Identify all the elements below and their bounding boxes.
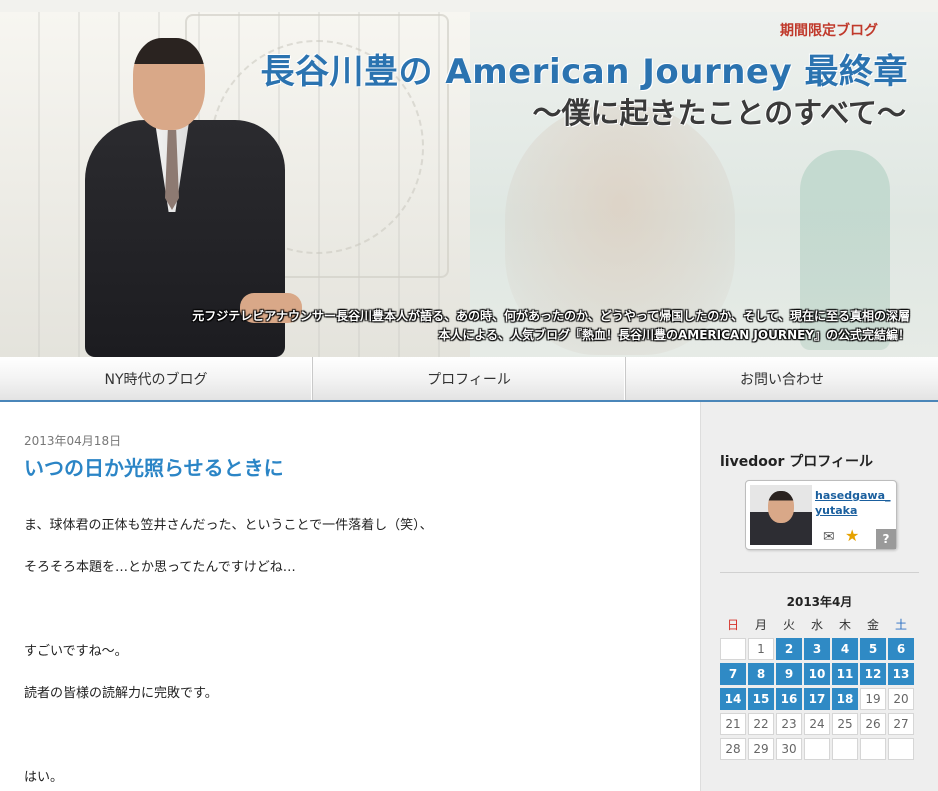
calendar-day-link[interactable]: 6 <box>888 638 914 660</box>
blog-description-line-2: 本人による、人気ブログ『熱血！長谷川豊のAMERICAN JOURNEY』の公式… <box>438 328 910 342</box>
calendar-weekday: 水 <box>810 617 823 632</box>
calendar-weekday: 日 <box>726 617 739 632</box>
calendar-day: 26 <box>860 713 886 735</box>
limited-period-badge: 期間限定ブログ <box>780 23 878 39</box>
calendar-day-link[interactable]: 9 <box>776 663 802 685</box>
calendar-day: 24 <box>804 713 830 735</box>
calendar-day-link[interactable]: 16 <box>776 688 802 710</box>
calendar-day: 21 <box>720 713 746 735</box>
calendar-title: 2013年4月 <box>786 595 853 609</box>
post-paragraph: ま、球体君の正体も笠井さんだった、ということで一件落着し（笑）、 <box>24 518 433 533</box>
post-paragraph: はい。 <box>24 770 64 785</box>
blog-description: 元フジテレビアナウンサー長谷川豊本人が語る、あの時、何があったのか、どうやって帰… <box>120 307 910 345</box>
sidebar-divider <box>720 572 919 573</box>
calendar-day-link[interactable]: 3 <box>804 638 830 660</box>
calendar-day-link[interactable]: 13 <box>888 663 914 685</box>
blog-description-line-1: 元フジテレビアナウンサー長谷川豊本人が語る、あの時、何があったのか、どうやって帰… <box>192 309 910 323</box>
nav-item-ny-blog[interactable]: NY時代のブログ <box>0 357 313 400</box>
post-paragraph: 読者の皆様の読解力に完敗です。 <box>24 686 218 701</box>
calendar-empty-cell <box>804 738 830 760</box>
header-top-strip <box>0 0 938 12</box>
calendar-empty-cell <box>860 738 886 760</box>
calendar-day-link[interactable]: 4 <box>832 638 858 660</box>
profile-heading: livedoor プロフィール <box>720 454 873 470</box>
avatar[interactable] <box>750 485 812 545</box>
blog-header-banner: 期間限定ブログ 長谷川豊の American Journey 最終章 ～僕に起き… <box>0 0 938 357</box>
person-head <box>133 38 205 130</box>
nav-item-profile[interactable]: プロフィール <box>313 357 626 400</box>
calendar-day-link[interactable]: 5 <box>860 638 886 660</box>
calendar-day: 25 <box>832 713 858 735</box>
blog-subtitle: ～僕に起きたことのすべて～ <box>532 96 906 130</box>
calendar-empty-cell <box>888 738 914 760</box>
calendar-day-link[interactable]: 12 <box>860 663 886 685</box>
profile-username-link[interactable]: hasedgawa_yutaka <box>815 488 891 518</box>
calendar-day-link[interactable]: 15 <box>748 688 774 710</box>
calendar-grid: 日 月 火 水 木 金 土 1 2 3 4 5 6 7 8 9 10 11 12 13 14 15 16 17 1… <box>720 613 920 760</box>
calendar-day-link[interactable]: 7 <box>720 663 746 685</box>
post-date: 2013年04月18日 <box>24 434 122 448</box>
calendar-day-link[interactable]: 18 <box>832 688 858 710</box>
avatar-face <box>768 491 794 523</box>
calendar-day-link[interactable]: 11 <box>832 663 858 685</box>
calendar-day-link[interactable]: 2 <box>776 638 802 660</box>
calendar-day: 23 <box>776 713 802 735</box>
calendar-day: 29 <box>748 738 774 760</box>
calendar-day: 30 <box>776 738 802 760</box>
profile-card: hasedgawa_yutaka ✉ ★ ? <box>745 480 897 550</box>
mail-icon[interactable]: ✉ <box>823 529 835 545</box>
blog-title[interactable]: 長谷川豊の American Journey 最終章 <box>261 44 908 93</box>
post-paragraph: すごいですね～。 <box>24 644 128 659</box>
calendar-day-link[interactable]: 14 <box>720 688 746 710</box>
calendar-day: 27 <box>888 713 914 735</box>
star-icon[interactable]: ★ <box>845 526 859 545</box>
help-button[interactable]: ? <box>876 529 896 549</box>
calendar-day-link[interactable]: 8 <box>748 663 774 685</box>
calendar-weekday: 土 <box>894 617 907 632</box>
global-nav: NY時代のブログ プロフィール お問い合わせ <box>0 357 938 402</box>
post-title[interactable]: いつの日か光照らせるときに <box>24 452 284 481</box>
calendar-weekday: 金 <box>866 617 879 632</box>
post-paragraph: そろそろ本題を…とか思ってたんですけどね… <box>24 560 296 575</box>
sidebar: livedoor プロフィール hasedgawa_yutaka ✉ ★ ? 2… <box>700 402 938 791</box>
calendar-day: 19 <box>860 688 886 710</box>
calendar-day: 1 <box>748 638 774 660</box>
main-content: 2013年04月18日 いつの日か光照らせるときに ま、球体君の正体も笠井さんだ… <box>0 402 700 791</box>
calendar-day: 22 <box>748 713 774 735</box>
calendar-day: 28 <box>720 738 746 760</box>
calendar-day-link[interactable]: 17 <box>804 688 830 710</box>
calendar-empty-cell <box>720 638 746 660</box>
calendar-weekday: 火 <box>782 617 795 632</box>
calendar-weekday: 月 <box>754 617 767 632</box>
calendar-weekday: 木 <box>838 617 851 632</box>
nav-item-contact[interactable]: お問い合わせ <box>626 357 938 400</box>
calendar-day: 20 <box>888 688 914 710</box>
calendar-empty-cell <box>832 738 858 760</box>
calendar-day-link[interactable]: 10 <box>804 663 830 685</box>
